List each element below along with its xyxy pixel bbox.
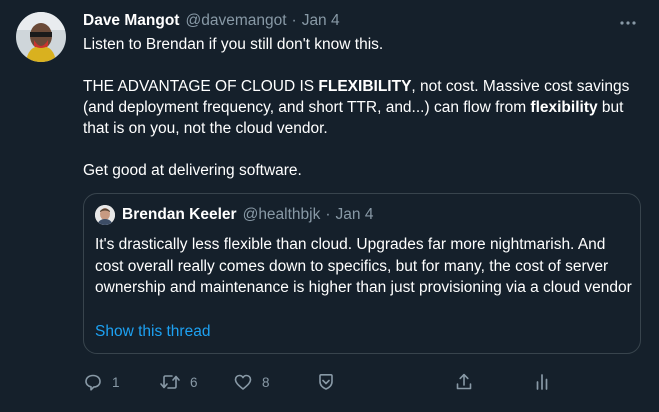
tweet-paragraph-2: THE ADVANTAGE OF CLOUD IS FLEXIBILITY, n… xyxy=(83,76,645,139)
tweet-text: Listen to Brendan if you still don't kno… xyxy=(83,34,645,181)
tweet-text-segment: THE ADVANTAGE OF CLOUD IS xyxy=(83,78,319,95)
tweet[interactable]: Dave Mangot @davemangot · Jan 4 Listen t… xyxy=(0,0,659,412)
quoted-separator-dot: · xyxy=(325,206,331,223)
more-options-button[interactable] xyxy=(615,10,641,32)
tweet-paragraph-3: Get good at delivering software. xyxy=(83,162,302,179)
show-thread-link[interactable]: Show this thread xyxy=(95,323,210,341)
retweet-count: 6 xyxy=(190,374,198,390)
bookmark-icon xyxy=(316,372,336,392)
tweet-content: Dave Mangot @davemangot · Jan 4 Listen t… xyxy=(83,10,645,181)
retweet-icon xyxy=(159,372,181,392)
quoted-author-avatar xyxy=(95,205,115,225)
author-handle[interactable]: @davemangot xyxy=(185,12,286,30)
share-button[interactable] xyxy=(454,372,474,392)
separator-dot: · xyxy=(291,12,297,29)
author-avatar[interactable] xyxy=(16,12,66,62)
quoted-tweet-header: Brendan Keeler @healthbjk · Jan 4 xyxy=(95,205,373,225)
tweet-actions: 1 6 8 xyxy=(83,372,553,396)
reply-icon xyxy=(83,372,103,392)
tweet-date[interactable]: Jan 4 xyxy=(302,12,340,30)
like-button[interactable]: 8 xyxy=(233,372,270,392)
tweet-bold-flexibility-lower: flexibility xyxy=(530,99,598,116)
tweet-bold-flexibility-upper: FLEXIBILITY xyxy=(318,78,412,95)
reply-count: 1 xyxy=(112,374,120,390)
like-count: 8 xyxy=(262,374,270,390)
share-icon xyxy=(454,372,474,392)
quoted-tweet-text: It's drastically less flexible than clou… xyxy=(95,236,632,296)
heart-icon xyxy=(233,372,253,392)
reply-button[interactable]: 1 xyxy=(83,372,120,392)
retweet-button[interactable]: 6 xyxy=(159,372,198,392)
quoted-author-name: Brendan Keeler xyxy=(122,206,237,223)
bookmark-button[interactable] xyxy=(316,372,336,392)
quoted-author-handle: @healthbjk xyxy=(242,206,321,223)
quoted-tweet-date: Jan 4 xyxy=(335,206,374,223)
tweet-line-1: Listen to Brendan if you still don't kno… xyxy=(83,36,384,53)
analytics-button[interactable] xyxy=(532,372,552,392)
tweet-header: Dave Mangot @davemangot · Jan 4 xyxy=(83,10,645,32)
quoted-tweet-card[interactable]: Brendan Keeler @healthbjk · Jan 4 It's d… xyxy=(83,193,641,354)
author-name[interactable]: Dave Mangot xyxy=(83,12,179,30)
analytics-icon xyxy=(532,372,552,392)
more-horizontal-icon xyxy=(620,12,636,30)
